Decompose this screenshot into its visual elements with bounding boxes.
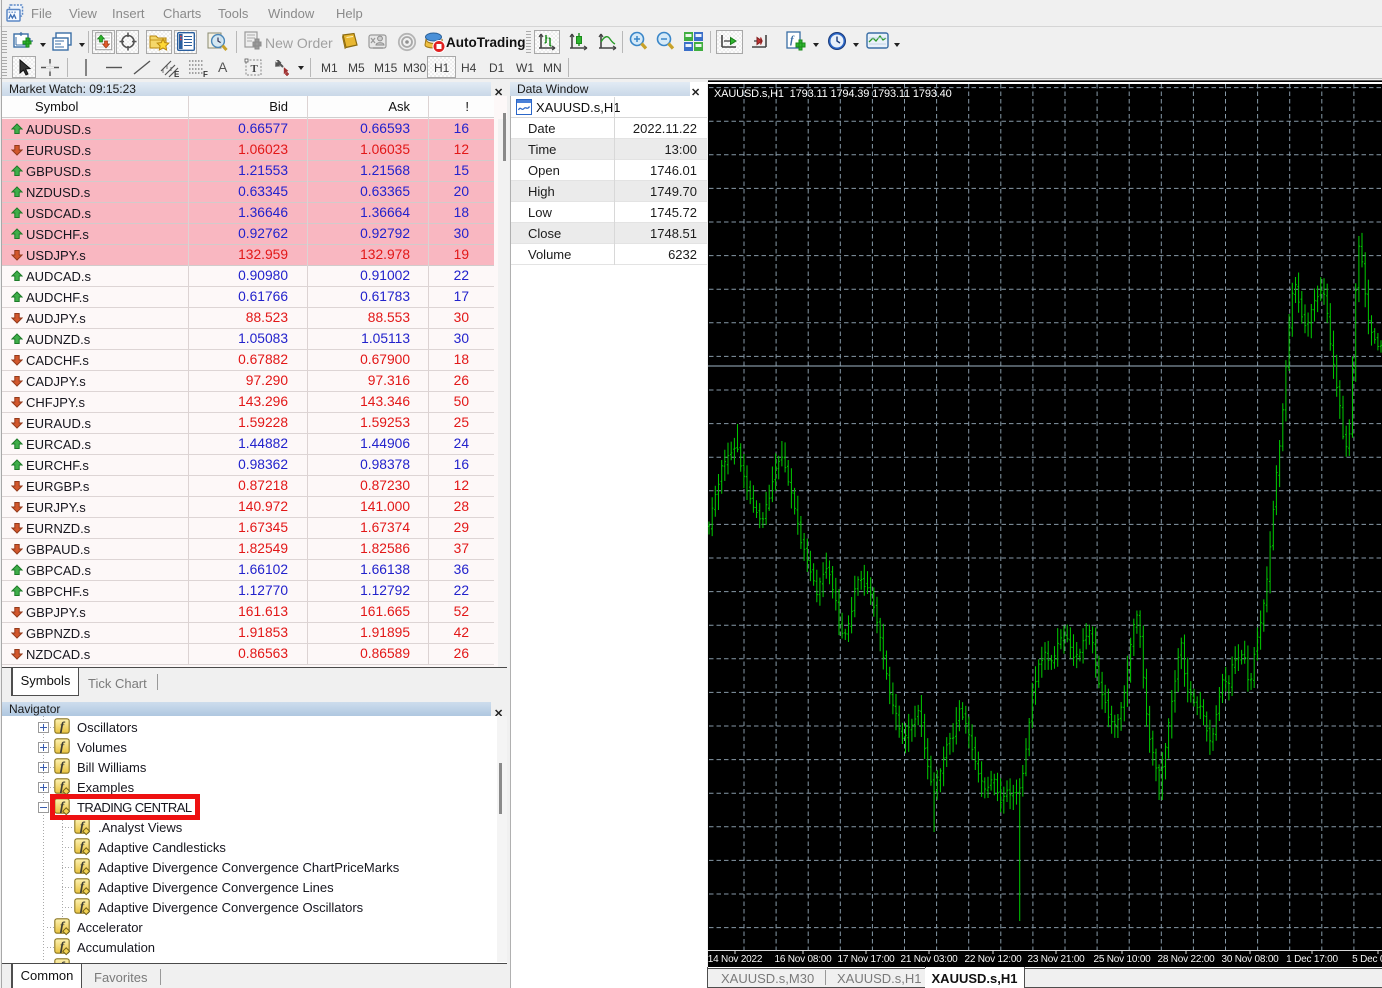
svg-text:28 Nov 22:00: 28 Nov 22:00 <box>1157 954 1215 965</box>
svg-text:16 Nov 08:00: 16 Nov 08:00 <box>774 954 832 965</box>
svg-text:T: T <box>251 63 259 75</box>
svg-text:E: E <box>174 70 180 78</box>
svg-text:25 Nov 10:00: 25 Nov 10:00 <box>1093 954 1151 965</box>
svg-text:17 Nov 17:00: 17 Nov 17:00 <box>837 954 895 965</box>
svg-text:21 Nov 03:00: 21 Nov 03:00 <box>900 954 958 965</box>
svg-text:14 Nov 2022: 14 Nov 2022 <box>708 954 763 965</box>
svg-text:22 Nov 12:00: 22 Nov 12:00 <box>964 954 1022 965</box>
svg-text:30 Nov 08:00: 30 Nov 08:00 <box>1221 954 1279 965</box>
svg-text:5 Dec 02:00: 5 Dec 02:00 <box>1352 954 1382 965</box>
svg-text:XAUUSD.s,H1 1793.11 1794.39 1: XAUUSD.s,H1 1793.11 1794.39 1793.11 1793… <box>714 88 952 100</box>
svg-text:1 Dec 17:00: 1 Dec 17:00 <box>1286 954 1338 965</box>
svg-text:F: F <box>203 70 208 78</box>
svg-text:23 Nov 21:00: 23 Nov 21:00 <box>1027 954 1085 965</box>
